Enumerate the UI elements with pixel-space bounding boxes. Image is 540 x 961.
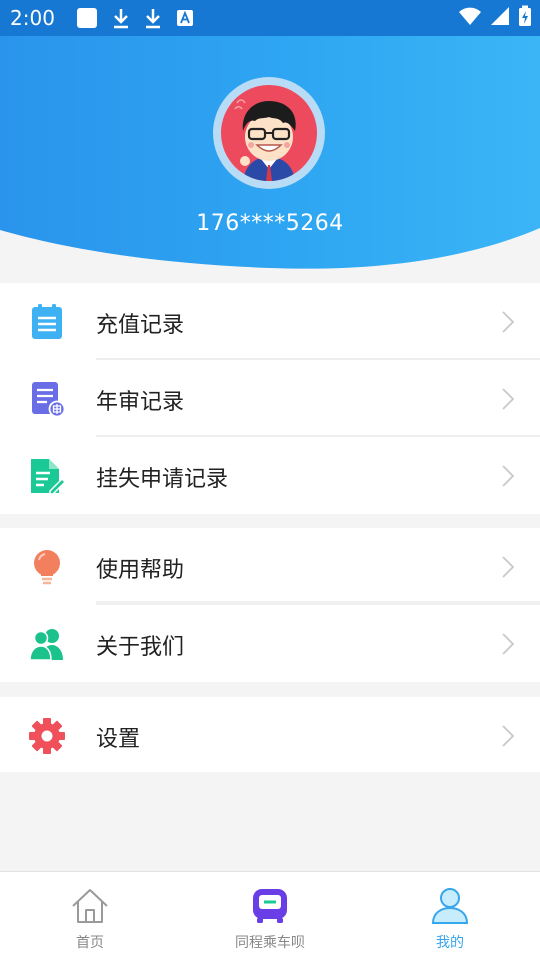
bottom-nav: 首页 同程乘车呗 我的 xyxy=(0,871,540,961)
tab-home[interactable]: 首页 xyxy=(0,872,180,961)
cellular-signal-icon xyxy=(490,6,510,30)
status-time: 2:00 xyxy=(10,6,55,30)
lightbulb-icon xyxy=(28,548,66,586)
bus-icon xyxy=(250,886,290,926)
menu-item-annual-review-records[interactable]: 年审记录 xyxy=(0,360,540,437)
menu-item-loss-report-records[interactable]: 挂失申请记录 xyxy=(0,437,540,514)
menu-item-settings[interactable]: 设置 xyxy=(0,697,540,772)
avatar[interactable] xyxy=(221,85,317,181)
tab-label: 我的 xyxy=(436,935,464,951)
menu-group-records: 充值记录 年审记录 挂失申请记录 xyxy=(0,283,540,514)
menu-item-recharge-records[interactable]: 充值记录 xyxy=(0,283,540,360)
menu-item-help[interactable]: 使用帮助 xyxy=(0,528,540,605)
app-notification-icon xyxy=(76,7,98,29)
menu-item-label: 挂失申请记录 xyxy=(96,467,229,492)
menu-group-settings: 设置 xyxy=(0,697,540,772)
chevron-right-icon xyxy=(501,724,515,748)
menu-item-about-us[interactable]: 关于我们 xyxy=(0,605,540,682)
menu-item-label: 年审记录 xyxy=(96,390,185,415)
menu-item-label: 充值记录 xyxy=(96,313,185,338)
tab-label: 同程乘车呗 xyxy=(235,935,305,951)
edit-document-icon xyxy=(28,457,67,495)
chevron-right-icon xyxy=(501,387,515,411)
wifi-icon xyxy=(458,6,482,30)
user-phone: 176****5264 xyxy=(196,211,344,236)
status-bar: 2:00 xyxy=(0,0,540,36)
users-icon xyxy=(28,625,66,663)
menu-item-label: 关于我们 xyxy=(96,635,185,660)
menu-item-label: 设置 xyxy=(96,727,141,752)
battery-charging-icon xyxy=(518,5,532,31)
list-document-icon xyxy=(28,303,66,341)
download-icon xyxy=(144,7,162,29)
chevron-right-icon xyxy=(501,555,515,579)
tab-mine[interactable]: 我的 xyxy=(360,872,540,961)
chevron-right-icon xyxy=(501,310,515,334)
font-icon xyxy=(176,9,194,27)
annual-review-icon xyxy=(28,380,66,418)
tab-label: 首页 xyxy=(76,935,104,951)
menu-item-label: 使用帮助 xyxy=(96,558,185,583)
user-icon xyxy=(430,886,470,926)
tab-bus[interactable]: 同程乘车呗 xyxy=(180,872,360,961)
home-icon xyxy=(70,886,110,926)
gear-icon xyxy=(28,717,66,755)
chevron-right-icon xyxy=(501,632,515,656)
chevron-right-icon xyxy=(501,464,515,488)
menu-group-info: 使用帮助 关于我们 xyxy=(0,528,540,682)
download-icon xyxy=(112,7,130,29)
profile-header: 176****5264 xyxy=(0,36,540,272)
